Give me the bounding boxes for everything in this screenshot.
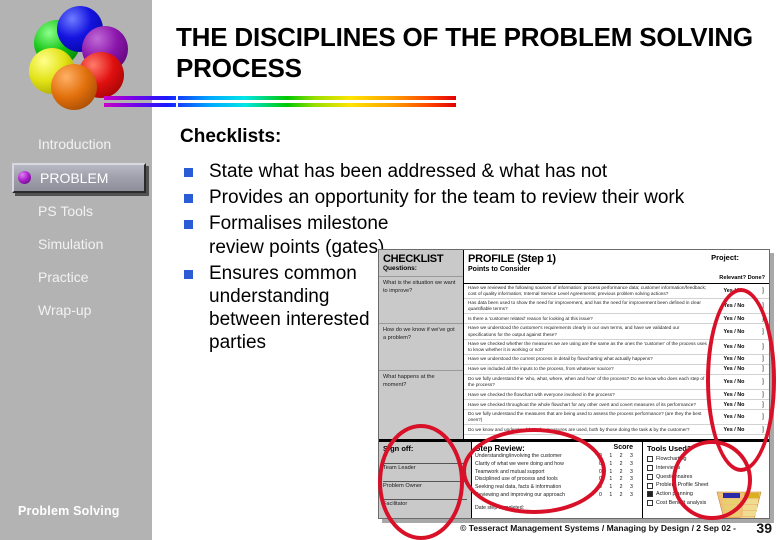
sidebar-item-label: Simulation [38, 236, 104, 252]
page-title: THE DISCIPLINES OF THE PROBLEM SOLVING P… [176, 22, 753, 83]
slide-canvas: Introduction PROBLEM PS Tools Simulation… [0, 0, 780, 540]
checkbox-icon[interactable] [647, 500, 653, 507]
list-item: State what has been addressed & what has… [180, 160, 725, 183]
score-scale[interactable]: 0 1 2 3 [599, 484, 639, 492]
score-scale[interactable]: 0 1 2 3 [599, 492, 639, 500]
done-checkbox[interactable]: ] [757, 288, 769, 294]
profile-title: PROFILE (Step 1) [468, 253, 556, 265]
score-label: Score [613, 444, 633, 451]
logo-spheres [24, 4, 136, 110]
sidebar-item-practice[interactable]: Practice [0, 261, 152, 294]
sidebar: Introduction PROBLEM PS Tools Simulation… [0, 0, 152, 540]
checkbox-icon[interactable] [647, 456, 653, 463]
checklist-point-row: Have we reviewed the following sources o… [464, 284, 769, 300]
project-label: Project: [711, 253, 739, 262]
checkbox-icon[interactable] [647, 465, 653, 472]
point-text: Do we fully understand the measures that… [468, 411, 702, 423]
square-bullet-icon [184, 220, 193, 230]
point-text: Do we fully understand the 'who, what, w… [468, 375, 705, 387]
rainbow-tick-marker [176, 94, 178, 109]
sidebar-item-label: Introduction [38, 136, 112, 152]
profile-subtitle: Points to Consider [468, 266, 531, 273]
point-text: Have we understood the current process i… [468, 356, 653, 362]
page-number: 39 [756, 520, 772, 536]
checklist-questions-column: CHECKLIST Questions: What is the situati… [379, 250, 464, 439]
checkbox-icon[interactable] [647, 473, 653, 480]
square-bullet-icon [184, 269, 193, 279]
point-text: Have we included all the inputs to the p… [468, 366, 614, 372]
logo-sphere-orange [51, 64, 97, 110]
point-text: Have we checked whether the measures we … [468, 340, 707, 352]
sidebar-item-problem[interactable]: PROBLEM [12, 163, 146, 193]
point-text: Have we understood the customer's requir… [468, 325, 680, 337]
bullet-text: State what has been addressed & what has… [209, 161, 608, 182]
sidebar-item-label: Wrap-up [38, 302, 92, 318]
square-bullet-icon [184, 194, 193, 204]
sidebar-item-label: PS Tools [38, 203, 93, 219]
checklist-profile-header: PROFILE (Step 1) Points to Consider Proj… [464, 250, 769, 275]
checkbox-icon[interactable] [647, 482, 653, 489]
section-footer-label: Problem Solving [18, 504, 120, 518]
checklist-question: How do we know if we've got a problem? [379, 323, 463, 370]
sidebar-item-ps-tools[interactable]: PS Tools [0, 195, 152, 228]
content-heading: Checklists: [180, 126, 282, 147]
copyright-credit: © Tesseract Management Systems / Managin… [460, 523, 736, 533]
sidebar-item-simulation[interactable]: Simulation [0, 228, 152, 261]
relevant-done-label: Relevant? Done? [464, 275, 769, 284]
bullet-text: Provides an opportunity for the team to … [209, 187, 685, 209]
annotation-ellipse-pyramid-logo [672, 440, 752, 520]
rainbow-divider-bottom [104, 103, 456, 107]
sidebar-item-label: PROBLEM [40, 170, 109, 186]
checkbox-icon-checked[interactable] [647, 491, 653, 498]
annotation-ellipse-step-review [462, 428, 606, 514]
bullet-text: Ensures common understanding between int… [209, 262, 370, 354]
checklist-title: CHECKLIST [383, 253, 444, 265]
checklist-question: What is the situation we want to improve… [379, 276, 463, 323]
list-item: Provides an opportunity for the team to … [180, 186, 725, 209]
rainbow-divider-top [104, 96, 456, 100]
point-text: Have we checked throughout the whole flo… [468, 401, 696, 407]
point-text: Have we checked the flowchart with every… [468, 391, 615, 397]
sidebar-item-label: Practice [38, 269, 89, 285]
point-text: Is there a 'customer related' reason for… [468, 315, 593, 321]
sidebar-item-introduction[interactable]: Introduction [0, 128, 152, 161]
annotation-ellipse-sign-off [378, 424, 464, 540]
checklist-subtitle: Questions: [383, 265, 417, 272]
sidebar-nav: Introduction PROBLEM PS Tools Simulation… [0, 128, 152, 327]
score-scale[interactable]: 0 1 2 3 [599, 453, 639, 461]
sidebar-item-wrap-up[interactable]: Wrap-up [0, 294, 152, 327]
square-bullet-icon [184, 168, 193, 177]
bullet-text: Formalises milestone review points (gate… [209, 213, 389, 258]
point-text: Has data been used to show the need for … [468, 300, 701, 312]
point-text: Have we reviewed the following sources o… [468, 285, 707, 297]
active-bullet-icon [18, 171, 31, 184]
